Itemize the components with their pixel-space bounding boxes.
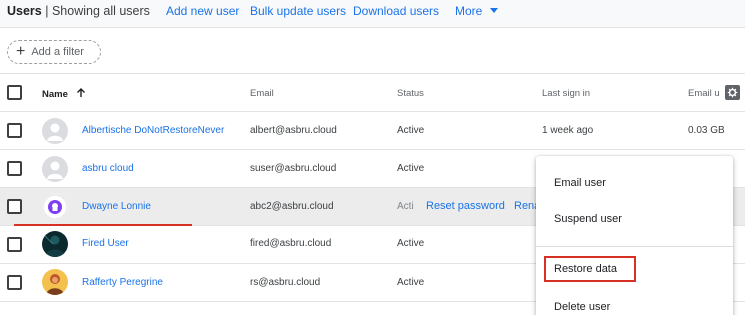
- user-status: Active: [397, 163, 425, 174]
- column-header-name-label: Name: [42, 89, 68, 100]
- table-header: Name Email Status Last sign in Email u: [0, 74, 745, 112]
- reset-password-button[interactable]: Reset password: [426, 200, 505, 212]
- bulk-update-users-link[interactable]: Bulk update users: [250, 4, 346, 18]
- annotation-underline: [14, 224, 192, 226]
- user-avatar-icon: [42, 194, 68, 220]
- more-label: More: [455, 4, 483, 18]
- user-email: albert@asbru.cloud: [250, 125, 337, 136]
- user-email: fired@asbru.cloud: [250, 238, 332, 249]
- settings-gear-icon[interactable]: [725, 85, 740, 100]
- user-email: abc2@asbru.cloud: [250, 201, 334, 212]
- column-header-email[interactable]: Email: [250, 88, 274, 99]
- row-checkbox[interactable]: [7, 123, 22, 138]
- default-avatar-icon: [42, 118, 68, 144]
- add-new-user-link[interactable]: Add new user: [166, 4, 239, 18]
- user-status: Acti: [397, 201, 414, 212]
- user-avatar-icon: [42, 231, 68, 257]
- user-context-menu: Email user Suspend user Restore data Del…: [536, 156, 733, 315]
- user-status: Active: [397, 238, 425, 249]
- user-name-link[interactable]: asbru cloud: [82, 163, 134, 174]
- user-status: Active: [397, 125, 425, 136]
- user-last-sign-in: 1 week ago: [542, 125, 594, 136]
- user-email: suser@asbru.cloud: [250, 163, 337, 174]
- row-checkbox[interactable]: [7, 237, 22, 252]
- email-user-menu-item[interactable]: Email user: [554, 177, 606, 189]
- row-checkbox[interactable]: [7, 275, 22, 290]
- plus-icon: +: [16, 43, 26, 60]
- user-name-link[interactable]: Rafferty Peregrine: [82, 277, 163, 288]
- user-email: rs@asbru.cloud: [250, 277, 321, 288]
- row-checkbox[interactable]: [7, 199, 22, 214]
- column-header-status[interactable]: Status: [397, 88, 424, 99]
- select-all-checkbox[interactable]: [7, 85, 22, 100]
- add-filter-label: Add a filter: [31, 46, 84, 58]
- user-name-link[interactable]: Albertische DoNotRestoreNever: [82, 125, 224, 136]
- column-header-name[interactable]: Name: [42, 88, 86, 100]
- row-checkbox[interactable]: [7, 161, 22, 176]
- top-bar: Users | Showing all users Add new user B…: [0, 0, 745, 28]
- user-avatar-icon: [42, 269, 68, 295]
- more-menu-button[interactable]: More: [455, 4, 499, 18]
- delete-user-menu-item[interactable]: Delete user: [554, 301, 610, 313]
- user-status: Active: [397, 277, 425, 288]
- menu-divider: [536, 246, 733, 247]
- suspend-user-menu-item[interactable]: Suspend user: [554, 213, 622, 225]
- table-row[interactable]: Albertische DoNotRestoreNever albert@asb…: [0, 112, 745, 150]
- column-header-email-usage[interactable]: Email u: [688, 88, 720, 99]
- column-header-last-sign-in[interactable]: Last sign in: [542, 88, 590, 99]
- page-title: Users | Showing all users: [7, 4, 150, 18]
- add-filter-button[interactable]: + Add a filter: [7, 40, 101, 64]
- restore-data-menu-item[interactable]: Restore data: [554, 263, 617, 275]
- page-subtitle: | Showing all users: [45, 4, 150, 18]
- default-avatar-icon: [42, 156, 68, 182]
- dropdown-caret-icon: [490, 8, 499, 13]
- user-email-usage: 0.03 GB: [688, 125, 725, 136]
- page-title-text: Users: [7, 4, 42, 18]
- user-name-link[interactable]: Fired User: [82, 238, 129, 249]
- download-users-link[interactable]: Download users: [353, 4, 439, 18]
- sort-arrow-up-icon: [76, 88, 85, 97]
- user-name-link[interactable]: Dwayne Lonnie: [82, 201, 151, 212]
- filter-bar: + Add a filter: [0, 28, 745, 74]
